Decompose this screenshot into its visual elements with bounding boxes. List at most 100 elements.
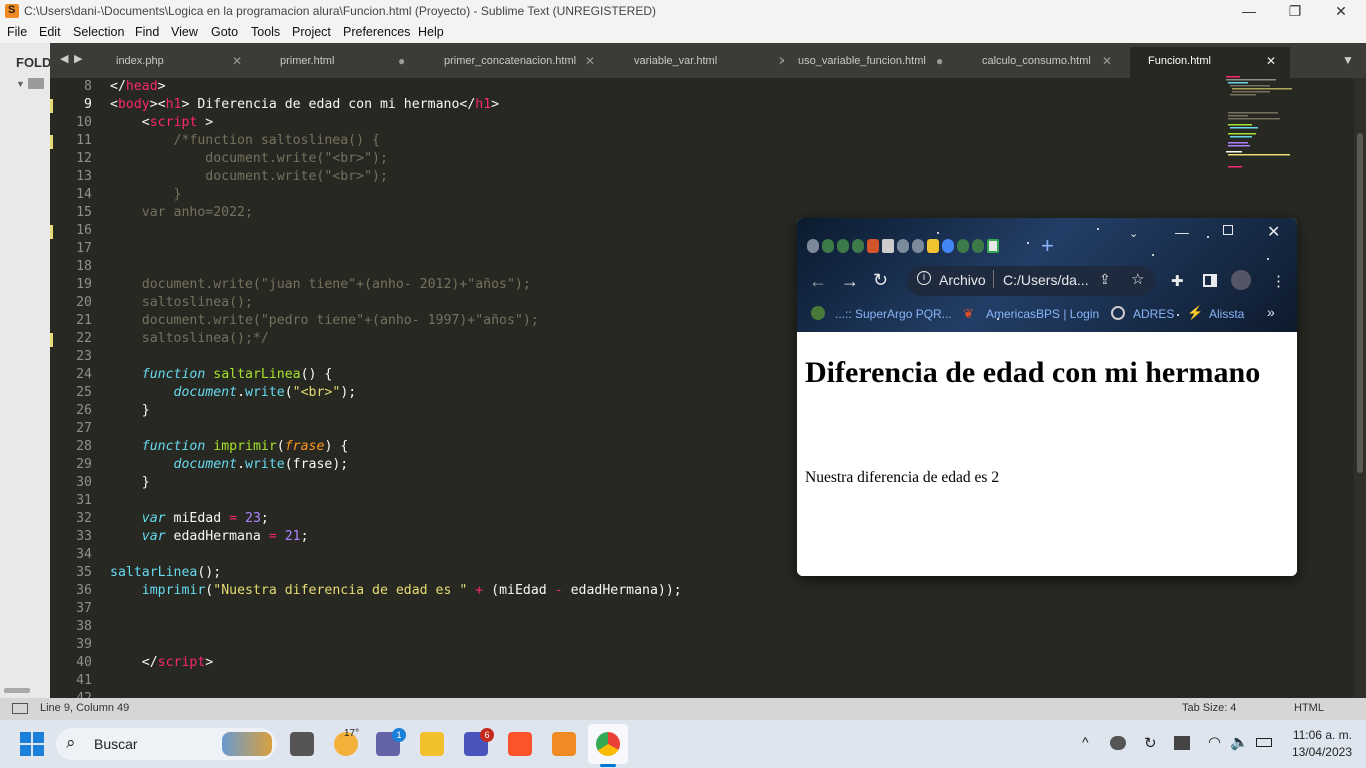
- clock-date[interactable]: 13/04/2023: [1286, 745, 1352, 759]
- close-window-button[interactable]: ✕: [1318, 0, 1364, 23]
- scrollbar-thumb[interactable]: [1357, 133, 1363, 473]
- sidebar-scrollbar[interactable]: [4, 688, 30, 693]
- task-view-icon[interactable]: [290, 732, 314, 756]
- tab-favicon-icon[interactable]: [897, 239, 909, 253]
- tab-size-indicator[interactable]: Tab Size: 4: [1182, 702, 1236, 714]
- code-line[interactable]: document.write("<br>");: [110, 151, 388, 166]
- tab-favicon-icon[interactable]: [852, 239, 864, 253]
- tab-close-icon[interactable]: ✕: [1102, 54, 1112, 68]
- code-line[interactable]: saltoslinea();: [110, 295, 253, 310]
- taskbar-search-box[interactable]: ⌕ Buscar: [56, 728, 276, 760]
- code-line[interactable]: document.write("<br>");: [110, 385, 357, 400]
- wifi-icon[interactable]: ◠: [1208, 733, 1221, 751]
- tab-primer-concatenacion[interactable]: primer_concatenacion.html ✕: [430, 47, 600, 78]
- share-icon[interactable]: ⇪: [1099, 271, 1111, 288]
- menu-edit[interactable]: Edit: [39, 25, 61, 39]
- maps-favicon-icon[interactable]: [942, 239, 954, 253]
- code-line[interactable]: </script>: [110, 655, 213, 670]
- tab-search-chevron-icon[interactable]: ⌄: [1129, 227, 1138, 240]
- menu-file[interactable]: File: [7, 25, 27, 39]
- address-bar[interactable]: i Archivo C:/Users/da... ⇪ ☆: [907, 266, 1155, 296]
- code-line[interactable]: /*function saltoslinea() {: [110, 133, 380, 148]
- tab-favicon-icon[interactable]: [837, 239, 849, 253]
- chrome-maximize-button[interactable]: [1223, 225, 1233, 235]
- sublime-text-taskbar-icon[interactable]: [552, 732, 576, 756]
- brave-browser-icon[interactable]: [508, 732, 532, 756]
- tab-close-icon[interactable]: ✕: [585, 54, 595, 68]
- tab-favicon-icon[interactable]: [927, 239, 939, 253]
- menu-project[interactable]: Project: [292, 25, 331, 39]
- tab-overflow-chevron-icon[interactable]: ▼: [1342, 53, 1354, 67]
- active-tab-favicon-icon[interactable]: [987, 239, 999, 253]
- forward-arrow-icon[interactable]: →: [841, 271, 859, 292]
- dropbox-icon[interactable]: [1174, 736, 1190, 750]
- menu-find[interactable]: Find: [135, 25, 159, 39]
- folder-sidebar[interactable]: FOLD ▼: [0, 43, 51, 698]
- code-line[interactable]: var anho=2022;: [110, 205, 253, 220]
- editor-scrollbar[interactable]: [1354, 78, 1366, 698]
- tab-close-icon[interactable]: ✕: [232, 54, 242, 68]
- code-line[interactable]: </head>: [110, 79, 166, 94]
- tab-nav-left-icon[interactable]: ◀: [60, 52, 68, 65]
- chrome-menu-icon[interactable]: ⋮: [1271, 272, 1286, 290]
- tab-funcion-html[interactable]: Funcion.html ✕: [1130, 47, 1290, 78]
- tab-favicon-icon[interactable]: [912, 239, 924, 253]
- code-line[interactable]: saltarLinea();: [110, 565, 221, 580]
- tab-modified-dot-icon[interactable]: ●: [398, 54, 405, 68]
- tab-primer-html[interactable]: primer.html ●: [266, 47, 426, 78]
- address-url[interactable]: C:/Users/da...: [1003, 272, 1089, 288]
- menu-view[interactable]: View: [171, 25, 198, 39]
- windows-start-icon[interactable]: [20, 732, 44, 756]
- syntax-indicator[interactable]: HTML: [1294, 702, 1324, 714]
- menu-tools[interactable]: Tools: [251, 25, 280, 39]
- minimap[interactable]: [1222, 76, 1302, 186]
- bookmark-adres[interactable]: ADRES: [1133, 307, 1174, 321]
- code-line[interactable]: <body><h1> Diferencia de edad con mi her…: [110, 97, 499, 112]
- folder-icon[interactable]: [28, 78, 44, 89]
- file-explorer-icon[interactable]: [420, 732, 444, 756]
- console-toggle-icon[interactable]: [12, 703, 28, 714]
- code-line[interactable]: imprimir("Nuestra diferencia de edad es …: [110, 583, 682, 598]
- tab-uso-variable-funcion[interactable]: uso_variable_funcion.html ●: [784, 47, 954, 78]
- onedrive-icon[interactable]: [1110, 736, 1126, 750]
- tab-favicon-icon[interactable]: [807, 239, 819, 253]
- tab-variable-var[interactable]: variable_var.html ✕: [620, 47, 790, 78]
- chrome-taskbar-icon[interactable]: [596, 732, 620, 756]
- back-arrow-icon[interactable]: ←: [809, 271, 827, 292]
- tab-favicon-icon[interactable]: [957, 239, 969, 253]
- chrome-tab-strip[interactable]: [807, 239, 1002, 255]
- bookmark-alissta[interactable]: Alissta: [1209, 307, 1244, 321]
- code-line[interactable]: }: [110, 475, 150, 490]
- volume-icon[interactable]: 🔈: [1230, 733, 1249, 751]
- profile-avatar[interactable]: [1231, 270, 1251, 290]
- reload-icon[interactable]: ↻: [873, 270, 888, 291]
- tab-favicon-icon[interactable]: [867, 239, 879, 253]
- code-line[interactable]: }: [110, 403, 150, 418]
- chrome-minimize-button[interactable]: —: [1175, 224, 1189, 240]
- clock-time[interactable]: 11:06 a. m.: [1286, 728, 1352, 742]
- minimize-button[interactable]: —: [1226, 0, 1272, 23]
- tab-close-icon[interactable]: ✕: [1266, 54, 1276, 68]
- chrome-close-button[interactable]: ✕: [1267, 222, 1280, 242]
- menu-selection[interactable]: Selection: [73, 25, 124, 39]
- code-line[interactable]: saltoslinea();*/: [110, 331, 269, 346]
- code-line[interactable]: var edadHermana = 21;: [110, 529, 309, 544]
- code-line[interactable]: }: [110, 187, 182, 202]
- code-line[interactable]: document.write("pedro tiene"+(anho- 1997…: [110, 313, 539, 328]
- tab-favicon-icon[interactable]: [822, 239, 834, 253]
- extensions-puzzle-icon[interactable]: ✚: [1171, 272, 1184, 290]
- new-tab-plus-icon[interactable]: +: [1041, 233, 1054, 259]
- bookmark-superargo[interactable]: ...:: SuperArgo PQR...: [835, 307, 952, 321]
- bookmark-americasbps[interactable]: AmericasBPS | Login: [986, 307, 1099, 321]
- bookmark-star-icon[interactable]: ☆: [1131, 270, 1144, 288]
- code-line[interactable]: document.write("juan tiene"+(anho- 2012)…: [110, 277, 531, 292]
- code-line[interactable]: document.write("<br>");: [110, 169, 388, 184]
- menu-preferences[interactable]: Preferences: [343, 25, 410, 39]
- sync-icon[interactable]: ↻: [1144, 734, 1157, 752]
- chrome-window[interactable]: + ⌄ — ✕ ← → ↻ i Archivo C:/Users/da... ⇪…: [797, 218, 1297, 576]
- code-line[interactable]: function imprimir(frase) {: [110, 439, 349, 454]
- tab-index-php[interactable]: index.php ✕: [102, 47, 262, 78]
- menu-help[interactable]: Help: [418, 25, 444, 39]
- code-line[interactable]: var miEdad = 23;: [110, 511, 269, 526]
- menu-goto[interactable]: Goto: [211, 25, 238, 39]
